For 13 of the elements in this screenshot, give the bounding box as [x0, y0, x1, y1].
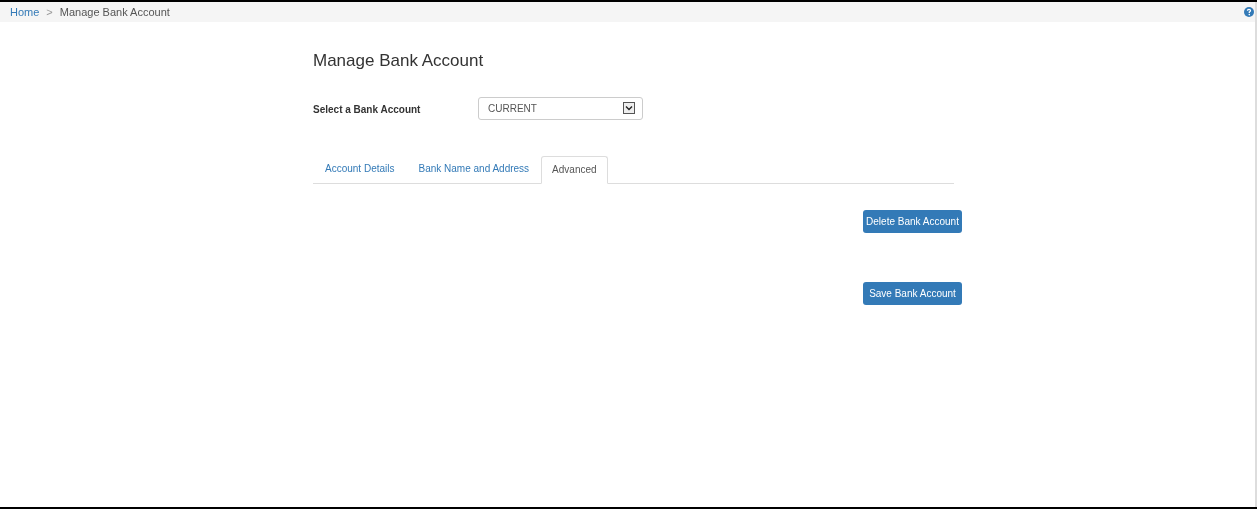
home-link[interactable]: Home: [10, 3, 40, 21]
delete-button[interactable]: Delete Bank Account: [863, 209, 962, 233]
tab[interactable]: Advanced: [541, 155, 608, 184]
field-label: Select a Bank Account: [313, 102, 422, 117]
breadcrumb-separator: >: [46, 4, 53, 20]
save-button[interactable]: Save Bank Account: [863, 281, 962, 305]
tab[interactable]: Bank Name and Address: [406, 154, 542, 183]
page-title: Manage Bank Account: [313, 50, 485, 72]
account-select[interactable]: CURRENT: [478, 96, 643, 120]
tab[interactable]: Account Details: [313, 154, 407, 183]
dropdown-icon: [623, 102, 635, 114]
breadcrumb-current: Manage Bank Account: [59, 4, 170, 20]
help-icon[interactable]: [1244, 7, 1254, 17]
